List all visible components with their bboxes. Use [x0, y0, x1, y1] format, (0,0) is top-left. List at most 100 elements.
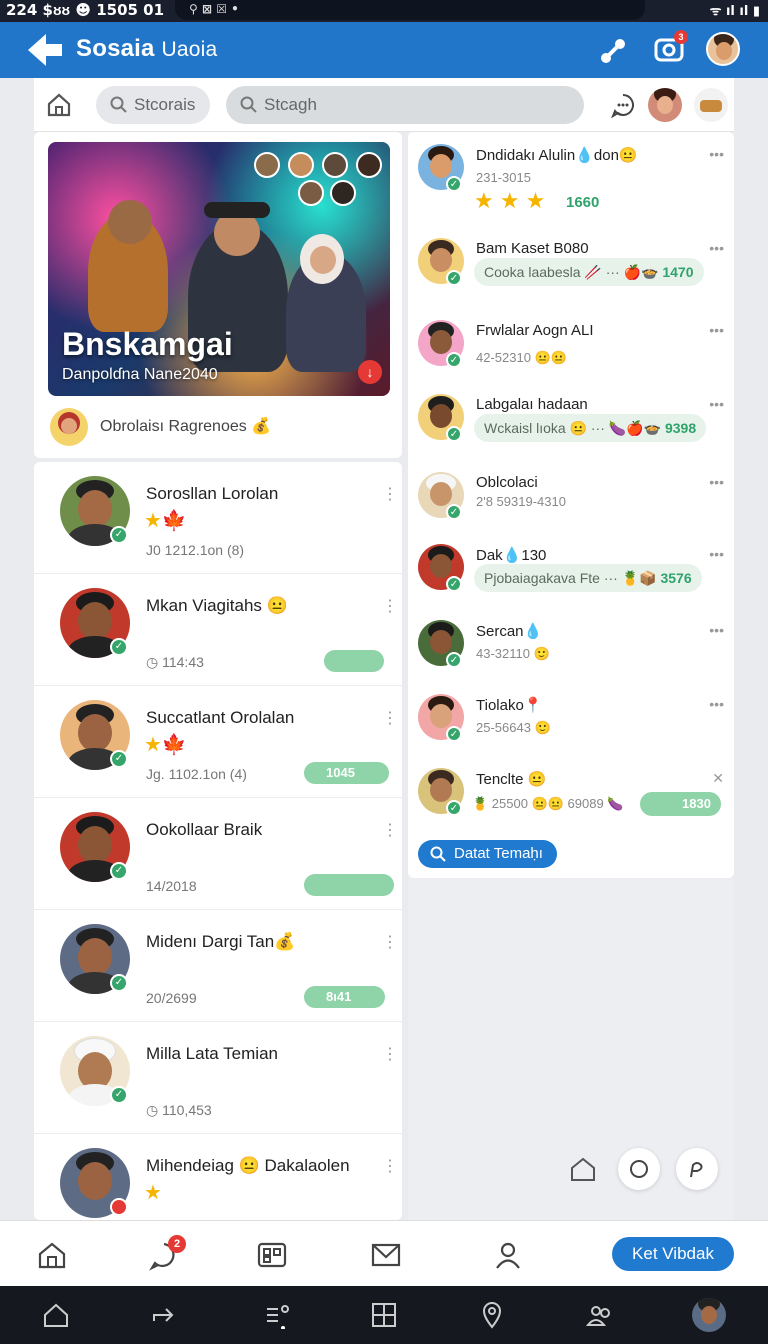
item-stars: ★ ★ ★: [474, 188, 546, 213]
home-icon[interactable]: [568, 1154, 598, 1184]
chat-badge: 2: [168, 1235, 186, 1253]
left-column: Bnskamgai Danpolɗna Nane2040 ↓ Obrolaisı…: [34, 132, 402, 1220]
more-icon[interactable]: •••: [709, 622, 724, 638]
item-name: Succatlant Orolalan: [146, 708, 295, 727]
status-right: ᯤ ıl ıl ▮: [709, 4, 760, 19]
status-notification-pill: ⚲ ⊠ ☒ •: [175, 0, 645, 20]
verified-icon: ✓: [446, 504, 462, 520]
bubble-text: Cooka laabesla 🥢 ··· 🍎🍲: [484, 264, 659, 280]
sys-avatar[interactable]: [692, 1298, 726, 1332]
more-icon[interactable]: •••: [709, 146, 724, 162]
item-meta: 20/2699: [146, 990, 197, 1006]
more-icon[interactable]: ⋮: [382, 1156, 398, 1176]
list-item[interactable]: ✓ Dndidakı Alulin💧don😐 231-3015 ★ ★ ★ 16…: [408, 136, 734, 218]
list-item[interactable]: ✓ Sorosllan Lorolan ★🍁 J0 1212.1on (8) ⋮: [34, 462, 402, 574]
message-bubble[interactable]: Pjobaiagakava Fte ··· 🍍📦 3576: [474, 564, 702, 592]
sys-menu-icon[interactable]: [264, 1301, 292, 1329]
featured-footer[interactable]: Obrolaisı Ragrenoes 💰: [50, 408, 390, 448]
more-icon[interactable]: •••: [709, 240, 724, 256]
chat-icon: [630, 1160, 648, 1178]
list-item[interactable]: ✓ Mkan Viagitahs 😐 ◷ 114:43 ⋮: [34, 574, 402, 686]
verified-icon: ✓: [446, 176, 462, 192]
item-name: Frwlalar Aogn ALI: [476, 322, 594, 339]
more-icon[interactable]: ⋮: [382, 1044, 398, 1064]
chat-bubble-icon[interactable]: [610, 92, 636, 118]
stories-search-chip[interactable]: Stcorais: [96, 86, 210, 124]
user-avatar[interactable]: [648, 88, 682, 122]
more-icon[interactable]: •••: [709, 322, 724, 338]
featured-banner[interactable]: Bnskamgai Danpolɗna Nane2040 ↓: [48, 142, 390, 396]
verified-icon: ✓: [446, 352, 462, 368]
pen-icon: [690, 1162, 703, 1178]
more-icon[interactable]: •••: [709, 546, 724, 562]
right-column: ✓ Dndidakı Alulin💧don😐 231-3015 ★ ★ ★ 16…: [408, 132, 734, 1220]
reaction-pill[interactable]: [304, 874, 394, 896]
more-icon[interactable]: ⋮: [382, 932, 398, 952]
list-item[interactable]: ✓ Milla Lata Temian ◷ 110,453 ⋮: [34, 1022, 402, 1134]
download-icon[interactable]: ↓: [358, 360, 382, 384]
sys-location-icon[interactable]: [478, 1301, 506, 1329]
compose-fab[interactable]: [676, 1148, 718, 1190]
back-arrow-icon[interactable]: [26, 32, 64, 68]
list-item[interactable]: ✓ Bam Kaset B080 Cooka laabesla 🥢 ··· 🍎🍲…: [408, 230, 734, 304]
sys-home-icon[interactable]: [42, 1301, 70, 1329]
count-pill[interactable]: 8ı41: [304, 986, 386, 1008]
participant-avatar: [322, 152, 348, 178]
nav-chat-button[interactable]: 2: [148, 1235, 186, 1271]
item-name: Ookollaar Braik: [146, 820, 263, 839]
more-icon[interactable]: ⋮: [382, 708, 398, 728]
nav-home-icon[interactable]: [36, 1239, 68, 1271]
nav-profile-icon[interactable]: [492, 1239, 524, 1271]
wrench-icon[interactable]: [598, 36, 628, 66]
list-item[interactable]: Mihendeiag 😐 Dakalaolen ★ ⋮: [34, 1134, 402, 1220]
more-icon[interactable]: ⋮: [382, 596, 398, 616]
more-icon[interactable]: •••: [709, 696, 724, 712]
food-avatar[interactable]: [694, 88, 728, 122]
more-icon[interactable]: ⋮: [382, 484, 398, 504]
sys-people-icon[interactable]: [586, 1301, 614, 1329]
profile-avatar[interactable]: [706, 32, 740, 66]
item-count: 1660: [566, 194, 600, 211]
nav-gallery-icon[interactable]: [256, 1239, 288, 1271]
list-item[interactable]: ✓ Labgalaı hadaan Wckaisl lıoka 😐 ··· 🍆🍎…: [408, 386, 734, 460]
list-item[interactable]: ✓ Ookollaar Braik 14/2018 ⋮: [34, 798, 402, 910]
app-title-main: Sosaia: [76, 35, 155, 62]
count-pill[interactable]: 1830: [640, 792, 721, 816]
list-item[interactable]: ✓ Frwlalar Aogn ALI 42-52310 😐😐 •••: [408, 312, 734, 386]
more-icon[interactable]: •••: [709, 396, 724, 412]
home-icon[interactable]: [46, 92, 72, 118]
item-meta: 14/2018: [146, 878, 197, 894]
list-item[interactable]: ✓ Oblcolaci 2'8 59319-4310 •••: [408, 464, 734, 538]
message-bubble[interactable]: Cooka laabesla 🥢 ··· 🍎🍲 1470: [474, 258, 704, 286]
reaction-pill[interactable]: [324, 650, 384, 672]
sys-forward-icon[interactable]: [150, 1301, 178, 1329]
participant-avatar: [254, 152, 280, 178]
participant-avatar: [356, 152, 382, 178]
nav-mail-icon[interactable]: [370, 1239, 402, 1271]
chat-fab[interactable]: [618, 1148, 660, 1190]
list-item[interactable]: ✓ Dak💧130 Pjobaiagakava Fte ··· 🍍📦 3576 …: [408, 536, 734, 610]
item-stars: ★🍁: [144, 510, 187, 532]
sys-grid-icon[interactable]: [370, 1301, 398, 1329]
find-friends-button[interactable]: Datat Temaḥı: [418, 840, 557, 868]
search-icon: [240, 96, 257, 113]
verified-icon: ✓: [446, 800, 462, 816]
list-item[interactable]: ✓ Succatlant Orolalan ★🍁 Jg. 1102.1on (4…: [34, 686, 402, 798]
item-meta: 25-56643 🙂: [476, 720, 551, 735]
primary-action-button[interactable]: Ket Vibdak: [612, 1237, 734, 1271]
item-meta: 42-52310 😐😐: [476, 350, 567, 365]
message-bubble[interactable]: Wckaisl lıoka 😐 ··· 🍆🍎🍲 9398: [474, 414, 707, 442]
search-icon: [430, 846, 446, 862]
list-item[interactable]: ✓ Tenclte 😐 🍍 25500 😐😐 69089 🍆 1830 ✕: [408, 760, 734, 834]
list-item[interactable]: ✓ Tiolako📍 25-56643 🙂 •••: [408, 686, 734, 760]
camera-button[interactable]: 3: [654, 30, 688, 64]
verified-icon: ✓: [446, 726, 462, 742]
featured-subtitle: Danpolɗna Nane2040: [62, 366, 218, 383]
close-icon[interactable]: ✕: [712, 770, 724, 787]
search-input[interactable]: Stcagh: [226, 86, 584, 124]
more-icon[interactable]: ⋮: [382, 820, 398, 840]
count-pill[interactable]: 1045: [304, 762, 389, 784]
list-item[interactable]: ✓ Midenı Dargi Tan💰 20/2699 8ı41 ⋮: [34, 910, 402, 1022]
more-icon[interactable]: •••: [709, 474, 724, 490]
list-item[interactable]: ✓ Sercan💧 43-32110 🙂 •••: [408, 612, 734, 686]
